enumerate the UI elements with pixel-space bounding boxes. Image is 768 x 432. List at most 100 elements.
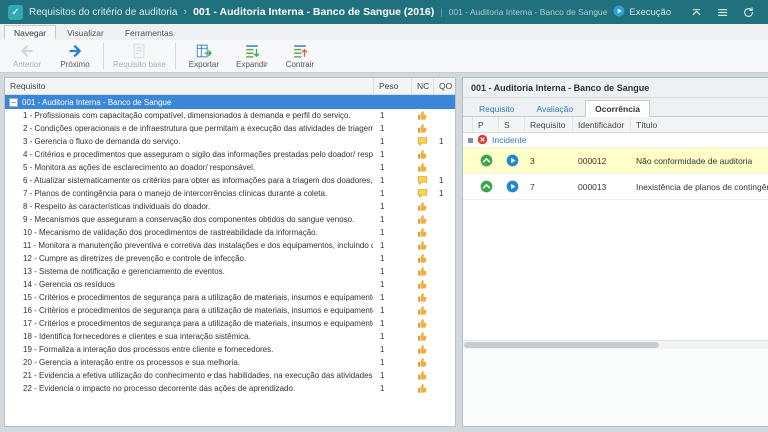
column-header-requisito[interactable]: Requisito [525,117,573,132]
tree-row[interactable]: 6 - Atualizar sistematicamente os critér… [5,174,455,187]
button-label: Exportar [189,60,219,69]
column-header-nc[interactable]: NC [411,78,433,94]
requirement-label: 17 - Critérios e procedimentos de segura… [23,319,373,328]
tree-row[interactable]: 12 - Cumpre as diretrizes de prevenção e… [5,252,455,265]
detail-tab-requisito[interactable]: Requisito [469,100,524,116]
tree-row[interactable]: 3 - Gerencia o fluxo de demanda do servi… [5,135,455,148]
thumbs-up-icon[interactable] [411,214,433,225]
column-header-requisito[interactable]: Requisito [5,81,373,91]
collapse-expander-icon[interactable]: − [9,98,18,107]
tree-row[interactable]: 8 - Respeito às características individu… [5,200,455,213]
tree-row[interactable]: 2 - Condições operacionais e de infraest… [5,122,455,135]
column-header-s[interactable]: S [499,117,525,132]
play-icon[interactable] [499,154,525,167]
column-header-peso[interactable]: Peso [373,78,411,94]
requirement-label: 16 - Critérios e procedimentos de segura… [23,306,373,315]
tree-row[interactable]: 14 - Gerencia os resíduos1 [5,278,455,291]
thumbs-up-icon[interactable] [411,331,433,342]
status-up-icon[interactable] [473,180,499,193]
qo-value: 1 [433,189,455,198]
scrollbar-thumb[interactable] [464,342,659,348]
horizontal-scrollbar[interactable] [463,340,768,349]
tree-row[interactable]: 1 - Profissionais com capacitação compat… [5,109,455,122]
ribbon-tab-visualizar[interactable]: Visualizar [57,25,114,40]
proximo-button[interactable]: Próximo [52,41,98,71]
occurrence-row[interactable]: 7000013Inexistência de planos de conting… [463,174,768,200]
refresh-icon[interactable] [741,5,756,20]
thumbs-up-icon[interactable] [411,123,433,134]
tree-row[interactable]: 19 - Formaliza a interação dos processos… [5,343,455,356]
ribbon-tab-navegar[interactable]: Navegar [4,25,56,40]
peso-value: 1 [373,293,411,302]
tree-root-row[interactable]: − 001 - Auditoria Interna - Banco de San… [5,95,455,109]
menu-icon[interactable] [715,5,730,20]
thumbs-up-icon[interactable] [411,370,433,381]
exportar-button[interactable]: Exportar [181,41,227,71]
peso-value: 1 [373,163,411,172]
thumbs-up-icon[interactable] [411,240,433,251]
breadcrumb[interactable]: Requisitos do critério de auditoria [29,7,177,18]
requirement-label: 12 - Cumpre as diretrizes de prevenção e… [23,254,373,263]
tree-row[interactable]: 4 - Critérios e procedimentos que assegu… [5,148,455,161]
ribbon-buttons: AnteriorPróximoRequisito baseExportarExp… [0,40,768,72]
ribbon-tab-ferramentas[interactable]: Ferramentas [115,25,183,40]
thumbs-up-icon[interactable] [411,227,433,238]
tree-row[interactable]: 18 - Identifica fornecedores e clientes … [5,330,455,343]
tree-row[interactable]: 11 - Monitora a manutenção preventiva e … [5,239,455,252]
comment-icon[interactable] [411,175,433,186]
column-header-qo[interactable]: QO [433,78,455,94]
tree-row[interactable]: 7 - Planos de contingência para o manejo… [5,187,455,200]
tree-row[interactable]: 21 - Evidencia a efetiva utilização do c… [5,369,455,382]
contrair-button[interactable]: Contrair [277,41,323,71]
tree-row[interactable]: 17 - Critérios e procedimentos de segura… [5,317,455,330]
thumbs-up-icon[interactable] [411,266,433,277]
detail-tab-avaliacao[interactable]: Avaliação [526,100,583,116]
detail-panel: 001 - Auditoria Interna - Banco de Sangu… [462,77,768,427]
execution-mode-selector[interactable]: Execução [613,5,671,20]
tree-row[interactable]: 5 - Monitora as ações de esclarecimento … [5,161,455,174]
tree-row[interactable]: 22 - Evidencia o impacto no processo dec… [5,382,455,395]
occurrence-grid: P S Requisito Identificador Título Incid… [463,117,768,349]
thumbs-up-icon[interactable] [411,149,433,160]
tree-row[interactable]: 20 - Gerencia a interação entre os proce… [5,356,455,369]
expandir-button[interactable]: Expandir [229,41,275,71]
thumbs-up-icon[interactable] [411,110,433,121]
collapse-icon [291,42,309,60]
occurrence-row[interactable]: 3000012Não conformidade de auditoria [463,148,768,174]
thumbs-up-icon[interactable] [411,162,433,173]
button-label: Contrair [286,60,314,69]
thumbs-up-icon[interactable] [411,201,433,212]
thumbs-up-icon[interactable] [411,383,433,394]
collapse-header-icon[interactable] [689,5,704,20]
detail-tab-ocorrencia[interactable]: Ocorrência [585,100,650,117]
thumbs-up-icon[interactable] [411,253,433,264]
peso-value: 1 [373,176,411,185]
peso-value: 1 [373,345,411,354]
thumbs-up-icon[interactable] [411,344,433,355]
ribbon-toolbar: NavegarVisualizarFerramentas AnteriorPró… [0,24,768,73]
peso-value: 1 [373,150,411,159]
column-header-titulo[interactable]: Título [631,117,768,132]
occurrence-group-row[interactable]: Incidente [463,133,768,148]
column-header-identificador[interactable]: Identificador [573,117,631,132]
comment-icon[interactable] [411,136,433,147]
tree-row[interactable]: 10 - Mecanismo de validação dos procedim… [5,226,455,239]
column-header-p[interactable]: P [473,117,499,132]
comment-icon[interactable] [411,188,433,199]
thumbs-up-icon[interactable] [411,292,433,303]
tree-row[interactable]: 15 - Critérios e procedimentos de segura… [5,291,455,304]
status-up-icon[interactable] [473,154,499,167]
thumbs-up-icon[interactable] [411,279,433,290]
peso-value: 1 [373,215,411,224]
group-expander-icon[interactable] [468,138,473,143]
thumbs-up-icon[interactable] [411,357,433,368]
thumbs-up-icon[interactable] [411,318,433,329]
peso-value: 1 [373,137,411,146]
thumbs-up-icon[interactable] [411,305,433,316]
occurrence-requisito: 3 [525,156,573,166]
play-icon[interactable] [499,180,525,193]
tree-row[interactable]: 9 - Mecanismos que asseguram a conservaç… [5,213,455,226]
peso-value: 1 [373,332,411,341]
tree-row[interactable]: 16 - Critérios e procedimentos de segura… [5,304,455,317]
tree-row[interactable]: 13 - Sistema de notificação e gerenciame… [5,265,455,278]
